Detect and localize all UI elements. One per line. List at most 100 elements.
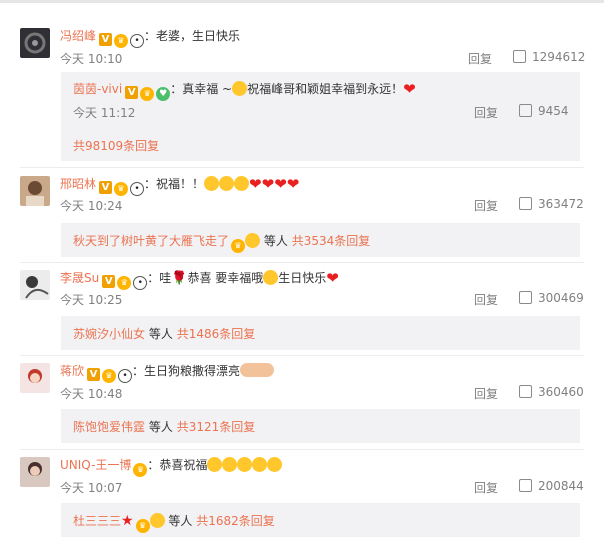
avatar-image bbox=[28, 369, 42, 383]
subreply-text: ：真幸福 ~ bbox=[170, 82, 233, 96]
comment-line: 李晟Su V ♛ • ：哇🌹恭喜 要幸福哦 生日快乐❤ bbox=[60, 270, 339, 290]
like-button[interactable]: 300469 bbox=[519, 291, 584, 305]
thumb-up-icon bbox=[513, 50, 526, 63]
like-count: 200844 bbox=[538, 479, 584, 493]
like-count: 1294612 bbox=[532, 50, 586, 64]
subreply-summary: 秋天到了树叶黄了大雁飞走了 ♛ 等人 共3534条回复 bbox=[73, 232, 370, 253]
heart-icon: ❤ bbox=[274, 175, 287, 193]
panda-icon: • bbox=[130, 34, 145, 48]
comment-time: 今天 10:48 bbox=[60, 387, 123, 401]
subreply-box: 秋天到了树叶黄了大雁飞走了 ♛ 等人 共3534条回复 bbox=[61, 223, 580, 257]
comment-line: UNIQ-王一博 ♛ ：恭喜祝福 bbox=[60, 457, 283, 477]
subreply-line: 茵茵-vivi V ♛ ♥ ：真幸福 ~ 祝福峰哥和颖姐幸福到永远！❤ bbox=[73, 80, 416, 101]
reply-button[interactable]: 回复 bbox=[468, 50, 492, 67]
like-button[interactable]: 360460 bbox=[519, 385, 584, 399]
vip-badge-icon: V bbox=[125, 86, 139, 99]
subreply-box: 陈饱饱爱伟霆 等人 共3121条回复 bbox=[61, 409, 580, 443]
avatar-image bbox=[26, 181, 44, 206]
crown-icon: ♛ bbox=[102, 369, 117, 383]
like-count: 300469 bbox=[538, 291, 584, 305]
subreply-others: 等人 bbox=[263, 234, 288, 248]
more-replies-link[interactable]: 共1486条回复 bbox=[177, 327, 256, 341]
subreply-username[interactable]: 陈饱饱爱伟霆 bbox=[73, 420, 145, 434]
comment-text-3: 生日快乐 bbox=[278, 271, 327, 285]
top-divider bbox=[0, 0, 604, 3]
comment-username[interactable]: UNIQ-王一博 bbox=[60, 458, 131, 472]
rose-icon: 🌹 bbox=[171, 271, 188, 286]
more-replies-link[interactable]: 共1682条回复 bbox=[196, 514, 275, 528]
couple-emoji-icon bbox=[240, 363, 275, 377]
face-emoji-icon bbox=[149, 513, 165, 528]
thumb-up-icon bbox=[519, 385, 532, 398]
thumb-up-icon bbox=[519, 197, 532, 210]
crown-icon: ♛ bbox=[117, 276, 132, 290]
divider bbox=[20, 449, 584, 450]
comment-text: ：哇 bbox=[147, 271, 172, 285]
avatar[interactable] bbox=[20, 28, 50, 58]
subreply-box: 杜三三三★ ♛ 等人 共1682条回复 bbox=[61, 503, 580, 537]
comment-username[interactable]: 邢昭林 bbox=[60, 177, 96, 191]
like-button[interactable]: 363472 bbox=[519, 197, 584, 211]
subreply-box: 茵茵-vivi V ♛ ♥ ：真幸福 ~ 祝福峰哥和颖姐幸福到永远！❤ 今天 11:12 … bbox=[61, 72, 580, 161]
face-emoji-icon bbox=[232, 81, 248, 96]
avatar[interactable] bbox=[20, 457, 50, 487]
thumb-up-icon bbox=[519, 479, 532, 492]
avatar[interactable] bbox=[20, 363, 50, 393]
comment-username[interactable]: 蒋欣 bbox=[60, 364, 84, 378]
divider bbox=[20, 167, 584, 168]
avatar[interactable] bbox=[20, 270, 50, 300]
subreply-summary: 苏婉汐小仙女 等人 共1486条回复 bbox=[73, 325, 255, 342]
more-replies-link[interactable]: 共3121条回复 bbox=[177, 420, 256, 434]
subreply-username[interactable]: 茵茵-vivi bbox=[73, 82, 122, 96]
divider bbox=[20, 262, 584, 263]
avatar[interactable] bbox=[20, 176, 50, 206]
divider bbox=[20, 355, 584, 356]
more-replies-link[interactable]: 共3534条回复 bbox=[292, 234, 371, 248]
reply-button[interactable]: 回复 bbox=[474, 291, 498, 308]
heart-icon: ❤ bbox=[249, 175, 262, 193]
reply-button[interactable]: 回复 bbox=[474, 104, 498, 121]
comment-username[interactable]: 李晟Su bbox=[60, 271, 99, 285]
face-emoji-icon bbox=[263, 270, 279, 285]
face-emoji-icon bbox=[252, 457, 268, 472]
reply-button[interactable]: 回复 bbox=[474, 385, 498, 402]
like-button[interactable]: 9454 bbox=[519, 104, 569, 118]
vip-badge-icon: V bbox=[102, 275, 116, 288]
heart-icon: ❤ bbox=[326, 269, 339, 287]
like-button[interactable]: 1294612 bbox=[513, 50, 585, 64]
panda-icon: • bbox=[130, 182, 145, 196]
like-count: 9454 bbox=[538, 104, 569, 118]
comment-text: ：老婆，生日快乐 bbox=[144, 29, 241, 43]
avatar-image bbox=[25, 276, 49, 299]
face-emoji-icon bbox=[204, 176, 220, 191]
thumb-up-icon bbox=[519, 291, 532, 304]
comment-time: 今天 10:25 bbox=[60, 293, 123, 307]
crown-icon: ♛ bbox=[133, 463, 148, 477]
vip-badge-icon: V bbox=[99, 181, 113, 194]
reply-button[interactable]: 回复 bbox=[474, 197, 498, 214]
comment-text-2: 恭喜 要幸福哦 bbox=[187, 271, 264, 285]
crown-icon: ♛ bbox=[231, 239, 246, 253]
face-emoji-icon bbox=[237, 457, 253, 472]
comment-time: 今天 10:24 bbox=[60, 199, 123, 213]
subreply-username[interactable]: 秋天到了树叶黄了大雁飞走了 bbox=[73, 234, 229, 248]
avatar-image bbox=[28, 462, 42, 476]
panda-icon: • bbox=[133, 276, 148, 290]
like-button[interactable]: 200844 bbox=[519, 479, 584, 493]
subreply-summary: 陈饱饱爱伟霆 等人 共3121条回复 bbox=[73, 418, 255, 435]
heart-icon: ❤ bbox=[403, 80, 416, 98]
subreply-text-2: 祝福峰哥和颖姐幸福到永远！ bbox=[247, 82, 404, 96]
comment-line: 冯绍峰 V ♛ • ：老婆，生日快乐 bbox=[60, 28, 240, 48]
more-replies-link[interactable]: 共98109条回复 bbox=[73, 137, 159, 154]
subreply-box: 苏婉汐小仙女 等人 共1486条回复 bbox=[61, 316, 580, 350]
subreply-username[interactable]: 杜三三三 bbox=[73, 514, 121, 528]
crown-icon: ♛ bbox=[135, 519, 150, 533]
face-emoji-icon bbox=[219, 176, 235, 191]
face-emoji-icon bbox=[245, 233, 261, 248]
comment-username[interactable]: 冯绍峰 bbox=[60, 29, 96, 43]
face-emoji-icon bbox=[222, 457, 238, 472]
reply-button[interactable]: 回复 bbox=[474, 479, 498, 496]
subreply-username[interactable]: 苏婉汐小仙女 bbox=[73, 327, 145, 341]
vip-badge-icon: V bbox=[99, 33, 113, 46]
face-emoji-icon bbox=[234, 176, 250, 191]
